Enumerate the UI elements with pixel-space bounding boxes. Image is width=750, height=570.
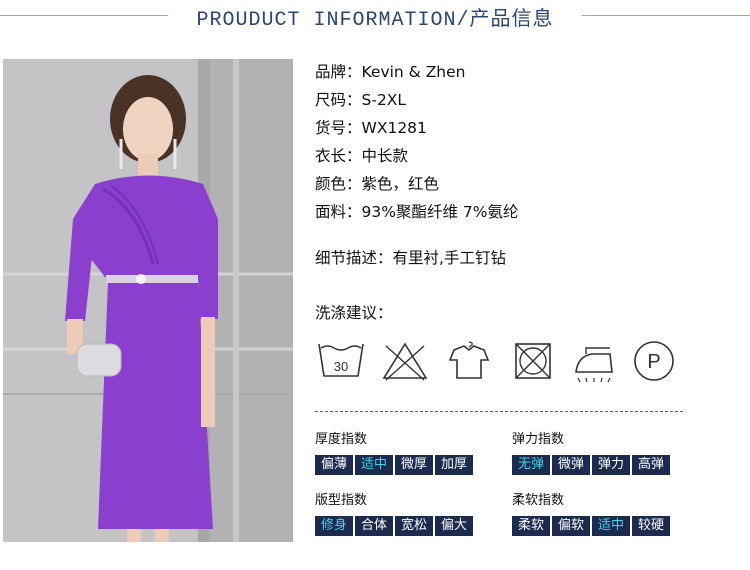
care-icon-row: 30 P	[316, 338, 686, 384]
index-options: 柔软 偏软 适中 较硬	[512, 516, 672, 536]
spec-label: 颜色：	[315, 175, 362, 193]
header-divider-right	[582, 15, 750, 16]
spec-label: 货号：	[315, 119, 362, 137]
index-option-selected: 修身	[315, 516, 353, 536]
index-option: 加厚	[435, 455, 473, 475]
section-header: PROUDUCT INFORMATION/产品信息	[0, 0, 750, 32]
product-photo	[3, 59, 293, 542]
spec-label: 尺码：	[315, 91, 362, 109]
spec-row-size: 尺码：S-2XL	[315, 89, 518, 117]
index-option: 柔软	[512, 516, 550, 536]
header-title: PROUDUCT INFORMATION/产品信息	[196, 9, 554, 32]
thickness-index: 厚度指数 偏薄 适中 微厚 加厚	[315, 431, 475, 475]
spec-label: 面料：	[315, 203, 362, 221]
dry-clean-p-icon: P	[629, 338, 679, 384]
spec-row-color: 颜色：紫色，红色	[315, 173, 518, 201]
index-title: 弹力指数	[512, 432, 565, 447]
index-option: 偏薄	[315, 455, 353, 475]
index-options: 修身 合体 宽松 偏大	[315, 516, 475, 536]
iron-icon	[570, 338, 620, 384]
index-option: 宽松	[395, 516, 433, 536]
fit-index: 版型指数 修身 合体 宽松 偏大	[315, 492, 475, 536]
index-option: 偏软	[552, 516, 590, 536]
index-option: 偏大	[435, 516, 473, 536]
elasticity-index: 弹力指数 无弹 微弹 弹力 高弹	[512, 431, 672, 475]
dashed-divider	[315, 411, 683, 412]
index-option: 弹力	[592, 455, 630, 475]
index-option-selected: 适中	[355, 455, 393, 475]
wash-temperature: 30	[334, 359, 348, 374]
softness-index: 柔软指数 柔软 偏软 适中 较硬	[512, 492, 672, 536]
hang-dry-icon	[444, 338, 494, 384]
index-option: 较硬	[632, 516, 670, 536]
index-title: 版型指数	[315, 493, 368, 508]
index-options: 无弹 微弹 弹力 高弹	[512, 455, 672, 475]
spec-row-fabric: 面料：93%聚酯纤维 7%氨纶	[315, 201, 518, 229]
spec-value: 93%聚酯纤维 7%氨纶	[361, 203, 519, 221]
spec-value: 紫色，红色	[361, 175, 440, 193]
index-option-selected: 适中	[592, 516, 630, 536]
index-option: 合体	[355, 516, 393, 536]
index-option: 微弹	[552, 455, 590, 475]
dry-clean-letter: P	[647, 351, 660, 373]
wash-30-icon: 30	[316, 338, 366, 384]
index-option-selected: 无弹	[512, 455, 550, 475]
spec-value: S-2XL	[361, 91, 407, 109]
spec-value: Kevin & Zhen	[361, 63, 466, 81]
care-title: 洗涤建议：	[315, 304, 393, 322]
spec-row-length: 衣长：中长款	[315, 145, 518, 173]
spec-label: 衣长：	[315, 147, 362, 165]
index-options: 偏薄 适中 微厚 加厚	[315, 455, 475, 475]
index-option: 高弹	[632, 455, 670, 475]
spec-value: 中长款	[361, 147, 409, 165]
spec-list: 品牌：Kevin & Zhen 尺码：S-2XL 货号：WX1281 衣长：中长…	[315, 61, 518, 229]
index-option: 微厚	[395, 455, 433, 475]
detail-label: 细节描述：	[315, 249, 393, 267]
spec-row-item-number: 货号：WX1281	[315, 117, 518, 145]
spec-row-brand: 品牌：Kevin & Zhen	[315, 61, 518, 89]
spec-label: 品牌：	[315, 63, 362, 81]
product-photo-illustration	[3, 59, 293, 542]
index-title: 厚度指数	[315, 432, 368, 447]
no-tumble-dry-icon	[508, 338, 558, 384]
no-bleach-icon	[380, 338, 430, 384]
spec-value: WX1281	[361, 119, 427, 137]
index-title: 柔软指数	[512, 493, 565, 508]
detail-value: 有里衬,手工钉钻	[392, 249, 506, 267]
detail-description: 细节描述：有里衬,手工钉钻	[315, 246, 506, 268]
